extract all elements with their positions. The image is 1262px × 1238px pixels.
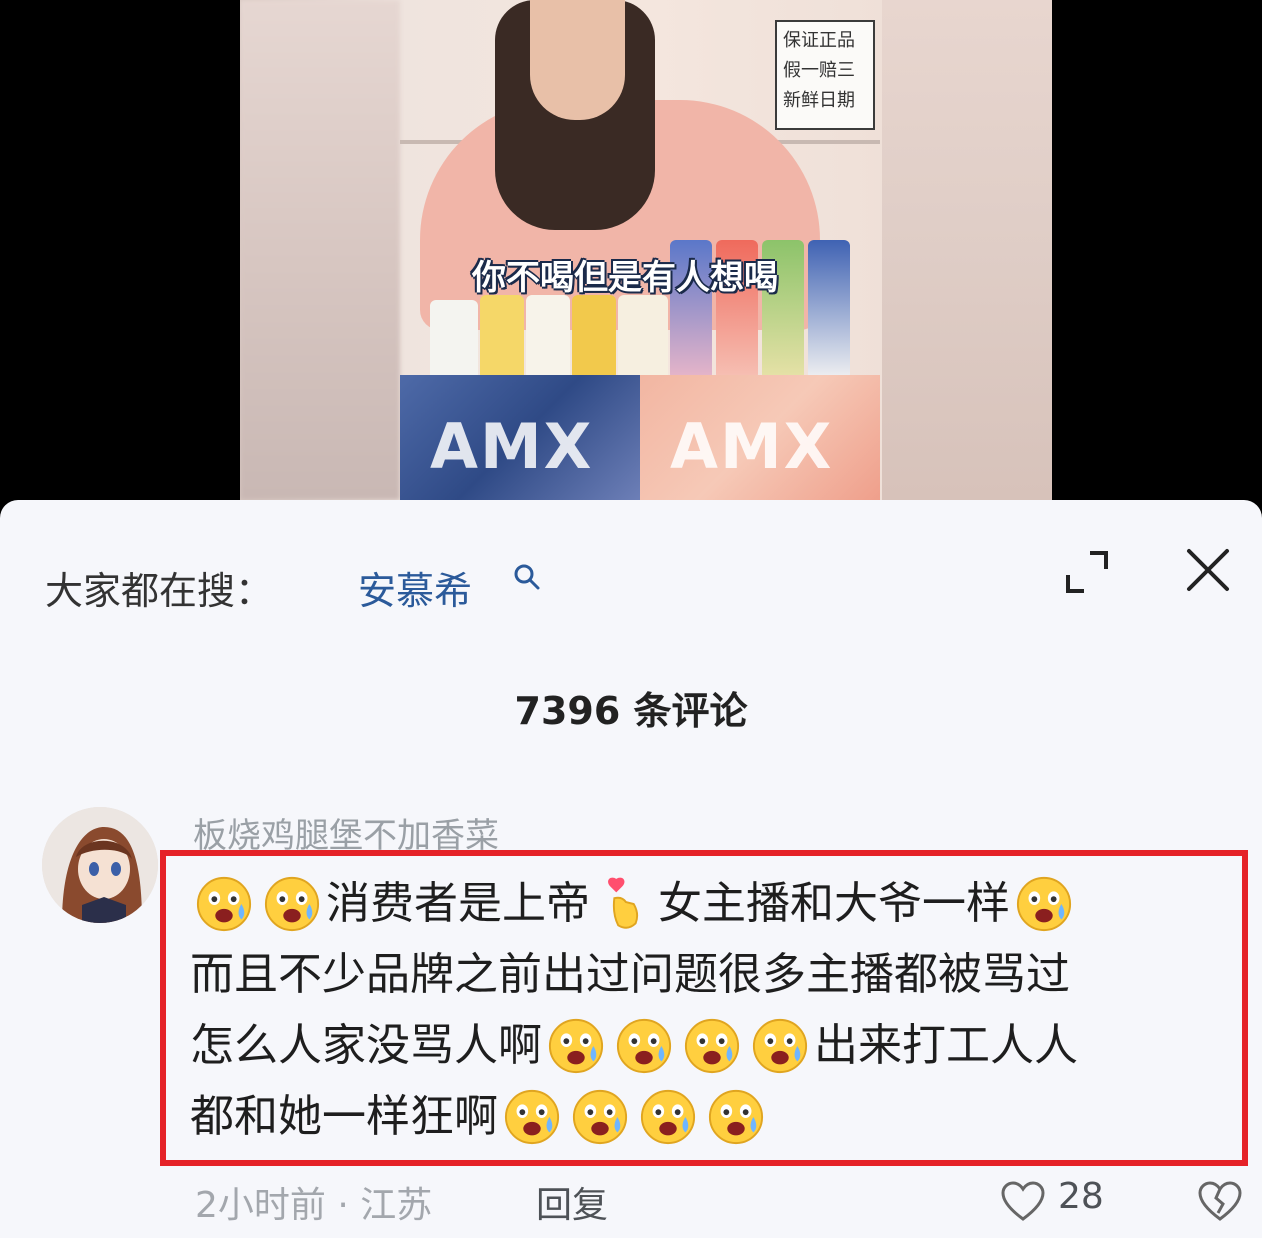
comment-panel: 大家都在搜： 安慕希 7396 条评论 板烧鸡腿堡不加香菜 消费者是上帝 女主播… <box>0 500 1262 1238</box>
blurred-background-right <box>882 0 1052 500</box>
crying-scared-emoji-icon <box>752 1018 808 1073</box>
video-subtitle: 你不喝但是有人想喝 <box>472 258 778 298</box>
comment-text-segment: 消费者是上帝 <box>326 878 590 929</box>
crying-scared-emoji-icon <box>572 1089 628 1144</box>
search-suggestion-link[interactable]: 安慕希 <box>358 560 472 615</box>
crying-scared-emoji-icon <box>504 1089 560 1144</box>
sign-line: 保证正品 <box>783 30 855 51</box>
search-icon[interactable] <box>512 562 542 592</box>
comment-count-title: 7396 条评论 <box>514 689 748 733</box>
comment-text-segment: 而且不少品牌之前出过问题很多主播都被骂过 <box>190 949 1070 1000</box>
avatar[interactable] <box>42 807 158 923</box>
product-carton <box>526 295 570 380</box>
expand-icon[interactable] <box>1062 547 1112 597</box>
crying-scared-emoji-icon <box>1016 876 1072 931</box>
crying-scared-emoji-icon <box>548 1018 604 1073</box>
product-carton <box>572 295 616 380</box>
crying-scared-emoji-icon <box>196 876 252 931</box>
close-icon[interactable] <box>1185 547 1231 593</box>
crying-scared-emoji-icon <box>708 1089 764 1144</box>
finger-heart-emoji-icon <box>608 877 639 929</box>
crying-scared-emoji-icon <box>616 1018 672 1073</box>
search-prefix: 大家都在搜： <box>45 569 274 613</box>
comment-text-segment: 都和她一样狂啊 <box>190 1091 498 1142</box>
video-player[interactable]: 保证正品 假一赔三 新鲜日期 AMX AMX 你不喝但是有人想喝 <box>0 0 1262 500</box>
product-carton <box>480 295 524 380</box>
brand-logo: AMX <box>670 410 834 483</box>
streamer-face <box>530 0 625 120</box>
comment-time-location: 2小时前 · 江苏 <box>195 1185 433 1226</box>
like-count: 28 <box>1058 1176 1104 1217</box>
heart-icon[interactable] <box>1000 1180 1046 1222</box>
comment-text-segment: 出来打工人人 <box>814 1020 1078 1071</box>
broken-heart-icon[interactable] <box>1197 1180 1243 1222</box>
sign-line: 假一赔三 <box>783 60 855 81</box>
brand-logo: AMX <box>430 410 594 483</box>
comment-line: 而且不少品牌之前出过问题很多主播都被骂过 <box>190 939 1220 1010</box>
product-carton <box>430 300 478 380</box>
comment-username[interactable]: 板烧鸡腿堡不加香菜 <box>193 808 499 852</box>
crying-scared-emoji-icon <box>264 876 320 931</box>
comment-line: 消费者是上帝 女主播和大爷一样 <box>190 868 1220 939</box>
crying-scared-emoji-icon <box>684 1018 740 1073</box>
product-bottle <box>808 240 850 380</box>
reply-button[interactable]: 回复 <box>536 1176 608 1228</box>
comment-line: 都和她一样狂啊 <box>190 1081 1220 1152</box>
comment-line: 怎么人家没骂人啊 出来打工人人 <box>190 1010 1220 1081</box>
comment-body: 消费者是上帝 女主播和大爷一样 而且不少品牌之前出过问题很多主播都被骂过 怎么人… <box>190 868 1220 1152</box>
product-carton <box>618 295 668 380</box>
blurred-background-left <box>240 0 400 500</box>
sign-line: 新鲜日期 <box>783 90 855 111</box>
crying-scared-emoji-icon <box>640 1089 696 1144</box>
video-frame: 保证正品 假一赔三 新鲜日期 AMX AMX 你不喝但是有人想喝 <box>240 0 1052 500</box>
comment-text-segment: 怎么人家没骂人啊 <box>190 1020 542 1071</box>
store-sign: 保证正品 假一赔三 新鲜日期 <box>775 20 875 130</box>
comment-text-segment: 女主播和大爷一样 <box>658 878 1010 929</box>
